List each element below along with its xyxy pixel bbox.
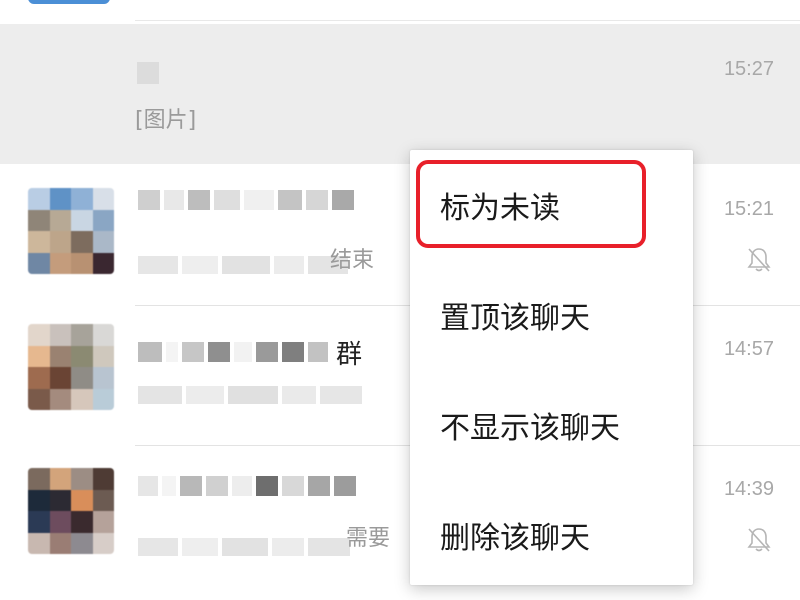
chat-name: 群 (336, 340, 363, 370)
message-blurred (138, 386, 362, 404)
menu-item-label: 不显示该聊天 (440, 411, 620, 446)
chat-time: 15:21 (723, 198, 774, 220)
avatar (28, 0, 110, 4)
menu-item-label: 删除该聊天 (440, 521, 590, 556)
menu-item-label: 标为未读 (440, 191, 560, 226)
name-blurred (138, 190, 354, 210)
avatar (28, 468, 114, 554)
menu-item-hide-chat[interactable]: 不显示该聊天 (410, 370, 693, 480)
bell-slash-icon (747, 248, 771, 272)
name-blurred (138, 476, 356, 496)
chat-time: 14:39 (723, 478, 774, 500)
chat-row[interactable]: [图片] 15:27 (0, 24, 800, 164)
name-blurred (138, 342, 328, 362)
chat-last-message: [图片] (135, 108, 197, 133)
divider (135, 20, 800, 21)
bell-slash-icon (747, 528, 771, 552)
chat-time: 14:57 (723, 338, 774, 360)
menu-item-pin-chat[interactable]: 置顶该聊天 (410, 260, 693, 370)
context-menu: 标为未读 置顶该聊天 不显示该聊天 删除该聊天 (410, 150, 693, 585)
previous-chat-row-edge[interactable] (0, 0, 800, 22)
avatar (28, 188, 114, 274)
menu-item-delete-chat[interactable]: 删除该聊天 (410, 480, 693, 590)
menu-item-label: 置顶该聊天 (440, 301, 590, 336)
chat-last-message: 需要 (346, 526, 391, 551)
menu-item-mark-unread[interactable]: 标为未读 (410, 150, 693, 260)
chat-time: 15:27 (723, 58, 774, 80)
chat-last-message: 结束 (330, 248, 375, 273)
name-blurred (137, 62, 159, 84)
message-blurred (138, 256, 348, 274)
avatar (28, 324, 114, 410)
message-blurred (138, 538, 350, 556)
